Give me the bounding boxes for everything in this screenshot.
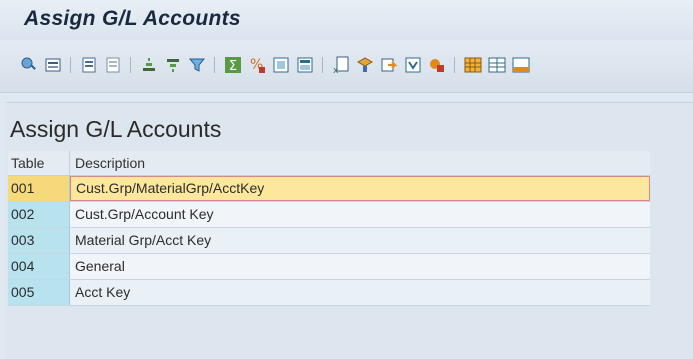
grid-icon[interactable] xyxy=(464,56,482,74)
insert-row-icon[interactable] xyxy=(488,56,506,74)
column-header-description[interactable]: Description xyxy=(70,151,650,175)
choose-layout-icon[interactable] xyxy=(44,56,62,74)
toolbar-separator xyxy=(454,57,455,73)
toolbar-separator xyxy=(322,57,323,73)
toolbar-separator xyxy=(70,57,71,73)
toolbar-separator xyxy=(130,57,131,73)
description-cell[interactable]: Cust.Grp/Account Key xyxy=(70,202,650,227)
table-key-cell[interactable]: 004 xyxy=(8,254,70,279)
title-bar: Assign G/L Accounts xyxy=(0,0,693,40)
filter-icon[interactable] xyxy=(188,56,206,74)
export-excel-icon[interactable]: x xyxy=(332,56,350,74)
description-cell[interactable]: Material Grp/Acct Key xyxy=(70,228,650,253)
deselect-all-icon[interactable] xyxy=(104,56,122,74)
table-key-cell[interactable]: 003 xyxy=(8,228,70,253)
table-row[interactable]: 004 General xyxy=(8,254,650,280)
toolbar-separator xyxy=(214,57,215,73)
table-key-cell[interactable]: 002 xyxy=(8,202,70,227)
sum-icon[interactable]: Σ xyxy=(224,56,242,74)
description-cell[interactable]: Acct Key xyxy=(70,280,650,305)
table-title: Assign G/L Accounts xyxy=(10,116,222,142)
table-row[interactable]: 005 Acct Key xyxy=(8,280,650,306)
sort-ascending-icon[interactable] xyxy=(140,56,158,74)
description-cell[interactable]: Cust.Grp/MaterialGrp/AcctKey xyxy=(70,176,650,201)
find-icon[interactable] xyxy=(356,56,374,74)
svg-text:Σ: Σ xyxy=(229,59,237,74)
table-view-area: Assign G/L Accounts Table Description 00… xyxy=(6,102,693,359)
graphic-icon[interactable] xyxy=(428,56,446,74)
find-next-icon[interactable] xyxy=(380,56,398,74)
append-row-icon[interactable] xyxy=(512,56,530,74)
details-icon[interactable] xyxy=(20,56,38,74)
table-key-cell[interactable]: 005 xyxy=(8,280,70,305)
sort-descending-icon[interactable] xyxy=(164,56,182,74)
table-key-cell[interactable]: 001 xyxy=(8,176,70,201)
table-row[interactable]: 001 Cust.Grp/MaterialGrp/AcctKey xyxy=(8,176,650,202)
svg-text:x: x xyxy=(333,66,339,74)
table-row[interactable]: 003 Material Grp/Acct Key xyxy=(8,228,650,254)
window-title: Assign G/L Accounts xyxy=(24,7,241,30)
column-header-table[interactable]: Table xyxy=(8,151,70,175)
table-header: Table Description xyxy=(8,151,650,176)
print-preview-icon[interactable] xyxy=(272,56,290,74)
accounts-table: Table Description 001 Cust.Grp/MaterialG… xyxy=(8,151,650,306)
word-processing-icon[interactable] xyxy=(404,56,422,74)
description-cell[interactable]: General xyxy=(70,254,650,279)
layout-icon[interactable] xyxy=(296,56,314,74)
select-all-icon[interactable] xyxy=(80,56,98,74)
subtotal-icon[interactable]: % xyxy=(248,56,266,74)
table-row[interactable]: 002 Cust.Grp/Account Key xyxy=(8,202,650,228)
application-toolbar: Σ % x xyxy=(0,40,693,93)
